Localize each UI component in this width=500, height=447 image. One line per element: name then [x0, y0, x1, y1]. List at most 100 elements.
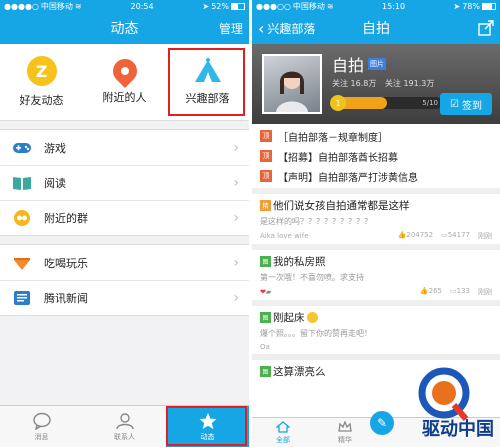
- wifi-icon: ≋: [326, 1, 334, 11]
- post-item[interactable]: 精他们说女孩自拍通常都是这样 是这样的吗？？？？？？？？？ Aika love …: [252, 194, 500, 250]
- flag-icon: ▰: [265, 288, 272, 296]
- menu-label: 阅读: [44, 177, 66, 190]
- like-button[interactable]: 👍265: [420, 287, 442, 297]
- follow-count-label: 关注: [332, 79, 348, 88]
- menu-item-nearby-groups[interactable]: 附近的群 ›: [0, 200, 249, 235]
- status-bar: ●●●●○ 中国移动 ≋ 20:54 ➤ 52%: [0, 0, 249, 12]
- news-icon: [12, 290, 32, 306]
- share-button[interactable]: [478, 12, 494, 44]
- chevron-right-icon: ›: [233, 210, 239, 226]
- picture-post-tag: 图: [260, 256, 271, 267]
- menu-item-news[interactable]: 腾讯新闻 ›: [0, 280, 249, 315]
- gamepad-icon: [12, 140, 32, 156]
- post-item[interactable]: 图刚起床 爆个照。。。留下你的赞再走吧！ Oa: [252, 306, 500, 360]
- contacts-icon: [115, 412, 134, 429]
- tab-contacts[interactable]: 联系人: [83, 406, 166, 447]
- tribe-stats: 关注 16.8万 关注 191.3万: [332, 78, 500, 89]
- post-author: Oa: [260, 343, 270, 351]
- book-icon: [12, 175, 32, 191]
- pinned-tag: 顶: [260, 150, 272, 162]
- post-excerpt: 第一次哦！不喜勿喷。求支持: [260, 273, 364, 282]
- menu-label: 附近的群: [44, 212, 88, 225]
- smile-emoji-icon: [306, 312, 318, 323]
- chevron-left-icon: ‹: [258, 18, 265, 38]
- time-label: 15:10: [382, 1, 406, 11]
- post-count: 191.3万: [403, 79, 435, 88]
- post-time: 刚刚: [478, 288, 492, 296]
- follow-count: 16.8万: [350, 79, 377, 88]
- tribe-banner: 自拍 图片 关注 16.8万 关注 191.3万 1 5/10 ☑ 签到: [252, 44, 500, 124]
- tab-label: 动态: [200, 432, 215, 441]
- tribe-name: 自拍: [332, 56, 365, 75]
- chevron-right-icon: ›: [233, 139, 239, 156]
- like-button[interactable]: 👍204752: [398, 231, 433, 241]
- tribe-cover-photo[interactable]: [262, 54, 322, 114]
- like-count: 265: [428, 287, 442, 295]
- comment-count: 133: [456, 287, 470, 295]
- battery-label: 52%: [211, 1, 229, 11]
- back-button[interactable]: ‹ 兴趣部落: [258, 12, 315, 44]
- friend-feed-entry[interactable]: Z 好友动态: [0, 44, 83, 120]
- status-bar: ●●●○○ 中国移动 ≋ 15:10 ➤ 78%: [252, 0, 500, 12]
- post-title: 他们说女孩自拍通常都是这样: [273, 200, 410, 212]
- post-excerpt: 爆个照。。。留下你的赞再走吧！: [260, 329, 372, 338]
- location-icon: ➤: [202, 1, 210, 11]
- pinned-posts: 顶 ［自拍部落－规章制度］ 顶 【招募】自拍部落酋长招募 顶 【声明】自拍部落严…: [252, 124, 500, 194]
- comment-icon: ▭: [441, 231, 448, 239]
- nearby-people-label: 附近的人: [102, 91, 147, 104]
- menu-group-2: 吃喝玩乐 › 腾讯新闻 ›: [0, 244, 249, 316]
- checkin-label: 签到: [462, 100, 482, 112]
- carrier-label: 中国移动: [40, 1, 73, 11]
- nearby-people-entry[interactable]: 附近的人: [83, 44, 166, 120]
- share-icon: [478, 20, 494, 36]
- tab-featured[interactable]: 精华: [314, 418, 376, 447]
- manage-button[interactable]: 管理: [219, 12, 243, 44]
- tab-label: 联系人: [114, 432, 135, 441]
- picture-post-tag: 图: [260, 312, 271, 323]
- menu-label: 腾讯新闻: [44, 292, 88, 305]
- comment-button[interactable]: ▭133: [450, 287, 470, 297]
- tab-bar: 消息 联系人 动态: [0, 405, 249, 447]
- tab-label: 精华: [338, 435, 352, 444]
- post-time: 刚刚: [478, 232, 492, 240]
- comment-button[interactable]: ▭54177: [441, 231, 470, 241]
- tab-label: 消息: [34, 432, 49, 441]
- comment-count: 54177: [447, 231, 470, 239]
- checkin-button[interactable]: ☑ 签到: [440, 93, 492, 115]
- post-title: 我的私房照: [273, 256, 326, 268]
- time-label: 20:54: [130, 1, 154, 11]
- page-title: 动态: [110, 21, 139, 37]
- battery-icon: [482, 2, 496, 10]
- tab-all[interactable]: 全部: [252, 418, 314, 447]
- watermark-logo: 驱动中国: [372, 365, 496, 445]
- interest-tribe-entry[interactable]: 兴趣部落: [166, 44, 249, 120]
- friend-feed-label: 好友动态: [19, 94, 64, 107]
- tab-messages[interactable]: 消息: [0, 406, 83, 447]
- post-item[interactable]: 图我的私房照 第一次哦！不喜勿喷。求支持 ❤▰ 👍265 ▭133 刚刚: [252, 250, 500, 306]
- star-icon: [199, 412, 216, 429]
- menu-label: 吃喝玩乐: [44, 256, 88, 270]
- tent-icon: [194, 58, 221, 82]
- menu-group-1: 游戏 › 阅读 › 附近的群 ›: [0, 129, 249, 236]
- menu-item-games[interactable]: 游戏 ›: [0, 130, 249, 165]
- pinned-title: 【声明】自拍部落严打涉黄信息: [278, 172, 418, 184]
- chevron-right-icon: ›: [233, 254, 239, 271]
- comment-icon: ▭: [450, 287, 457, 295]
- menu-item-food[interactable]: 吃喝玩乐 ›: [0, 245, 249, 280]
- qzone-star-icon: Z: [26, 56, 57, 86]
- menu-item-reading[interactable]: 阅读 ›: [0, 165, 249, 200]
- back-label: 兴趣部落: [267, 21, 316, 36]
- picture-tag: 图片: [368, 58, 387, 70]
- interest-tribe-label: 兴趣部落: [185, 92, 230, 105]
- pinned-post[interactable]: 顶 【声明】自拍部落严打涉黄信息: [252, 166, 500, 186]
- post-excerpt: 是这样的吗？？？？？？？？？: [260, 217, 372, 226]
- battery-icon: [231, 2, 245, 10]
- signal-icon: ●●●○○: [256, 1, 291, 11]
- battery-label: 78%: [462, 1, 480, 11]
- tab-dynamic[interactable]: 动态: [166, 406, 249, 447]
- pinned-post[interactable]: 顶 【招募】自拍部落酋长招募: [252, 146, 500, 166]
- pinned-post[interactable]: 顶 ［自拍部落－规章制度］: [252, 126, 500, 146]
- home-icon: [276, 420, 290, 433]
- page-title: 自拍: [362, 21, 390, 37]
- nav-bar: ‹ 兴趣部落 自拍: [252, 12, 500, 44]
